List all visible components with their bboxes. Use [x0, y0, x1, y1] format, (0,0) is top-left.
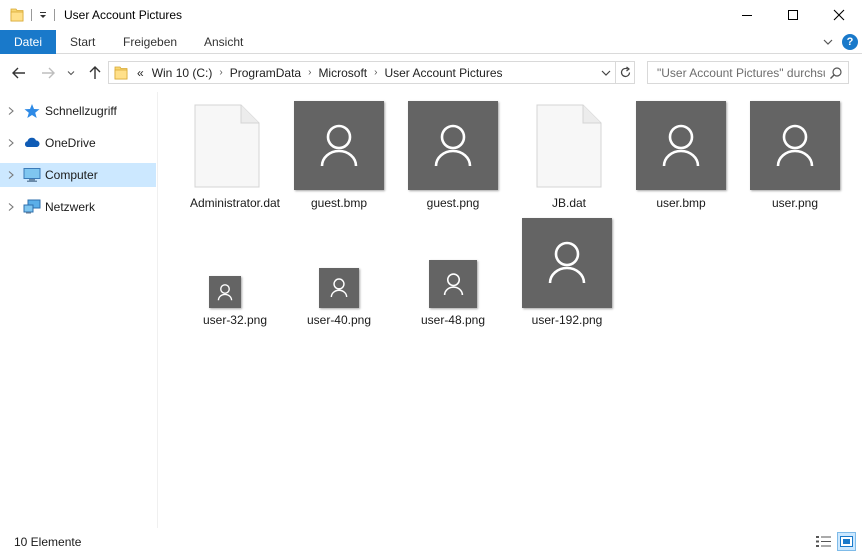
breadcrumb-microsoft[interactable]: Microsoft	[314, 66, 371, 80]
nav-item-network[interactable]: Netzwerk	[0, 195, 156, 219]
tab-file[interactable]: Datei	[0, 30, 56, 54]
close-icon	[833, 9, 845, 21]
back-button[interactable]	[10, 64, 28, 82]
user-thumbnail	[408, 101, 498, 190]
user-thumbnail	[522, 218, 612, 308]
maximize-button[interactable]	[770, 0, 816, 30]
item-count: 10 Elemente	[14, 535, 82, 549]
minimize-icon	[742, 15, 752, 16]
close-button[interactable]	[816, 0, 862, 30]
document-icon	[194, 104, 260, 188]
tab-start[interactable]: Start	[70, 30, 95, 54]
arrow-right-icon	[42, 67, 55, 79]
forward-button[interactable]	[39, 64, 57, 82]
user-icon	[776, 124, 814, 166]
tab-view[interactable]: Ansicht	[204, 30, 243, 54]
minimize-button[interactable]	[724, 0, 770, 30]
file-item[interactable]: user-192.png	[522, 218, 632, 333]
user-thumbnail	[319, 268, 359, 308]
chevron-right-icon[interactable]	[7, 170, 15, 180]
up-button[interactable]	[86, 64, 104, 82]
recent-locations-button[interactable]	[64, 64, 78, 82]
chevron-right-icon[interactable]: ›	[371, 67, 380, 78]
chevron-right-icon[interactable]: ›	[216, 67, 225, 78]
file-list: Administrator.dat guest.bmp guest.png JB…	[159, 92, 862, 528]
nav-item-label: Netzwerk	[45, 200, 96, 214]
search-input[interactable]: "User Account Pictures" durchsuchen	[647, 61, 849, 84]
folder-icon	[114, 66, 128, 80]
navigation-bar: « Win 10 (C:) › ProgramData › Microsoft …	[0, 54, 862, 92]
user-icon	[320, 124, 358, 166]
navigation-pane: Schnellzugriff OneDrive Computer Netzwer…	[0, 92, 158, 528]
breadcrumb-current[interactable]: User Account Pictures	[380, 66, 506, 80]
user-thumbnail	[209, 276, 241, 308]
user-icon	[548, 241, 586, 284]
folder-icon	[10, 8, 24, 22]
computer-icon	[23, 168, 41, 182]
nav-item-onedrive[interactable]: OneDrive	[0, 131, 156, 155]
title-separator	[31, 9, 32, 21]
breadcrumb-drive[interactable]: Win 10 (C:)	[148, 66, 217, 80]
breadcrumb-overflow[interactable]: «	[133, 66, 148, 80]
address-dropdown-icon[interactable]	[600, 67, 612, 79]
arrow-left-icon	[12, 67, 25, 79]
maximize-icon	[788, 10, 798, 20]
file-name: JB.dat	[551, 196, 587, 210]
title-separator-2	[54, 9, 55, 21]
chevron-down-icon	[67, 71, 75, 76]
tab-share[interactable]: Freigeben	[123, 30, 177, 54]
nav-item-label: OneDrive	[45, 136, 96, 150]
nav-item-computer[interactable]: Computer	[0, 163, 156, 187]
user-thumbnail	[636, 101, 726, 190]
chevron-right-icon[interactable]	[7, 138, 15, 148]
ribbon-expand-chevron-icon[interactable]	[822, 36, 834, 48]
file-name: user-48.png	[420, 313, 486, 327]
quick-access-dropdown-icon[interactable]	[38, 10, 48, 20]
chevron-right-icon[interactable]	[7, 106, 15, 116]
help-button[interactable]: ?	[842, 34, 858, 50]
file-name: user.png	[771, 196, 819, 210]
file-name: guest.png	[426, 196, 480, 210]
document-icon	[536, 104, 602, 188]
ribbon-tabs: Datei Start Freigeben Ansicht ?	[0, 30, 862, 54]
file-item[interactable]: guest.png	[408, 100, 518, 215]
chevron-right-icon[interactable]	[7, 202, 15, 212]
chevron-right-icon[interactable]: ›	[305, 67, 314, 78]
address-bar[interactable]: « Win 10 (C:) › ProgramData › Microsoft …	[108, 61, 616, 84]
file-item[interactable]: user.png	[750, 100, 860, 215]
nav-item-label: Schnellzugriff	[45, 104, 117, 118]
user-thumbnail	[294, 101, 384, 190]
cloud-icon	[24, 137, 40, 147]
user-icon	[443, 272, 463, 295]
refresh-button[interactable]	[616, 61, 635, 84]
large-icons-view-icon	[840, 536, 853, 547]
user-icon	[330, 278, 348, 298]
file-name: guest.bmp	[310, 196, 368, 210]
breadcrumb-programdata[interactable]: ProgramData	[226, 66, 305, 80]
user-thumbnail	[750, 101, 840, 190]
arrow-up-icon	[89, 66, 101, 79]
user-icon	[217, 283, 233, 300]
file-name: user-192.png	[531, 313, 603, 327]
breadcrumb: « Win 10 (C:) › ProgramData › Microsoft …	[133, 62, 507, 83]
file-name: user.bmp	[656, 196, 706, 210]
search-icon	[830, 67, 842, 79]
title-bar: User Account Pictures	[0, 0, 862, 30]
file-name: user-40.png	[306, 313, 372, 327]
user-icon	[662, 124, 700, 166]
user-icon	[434, 124, 472, 166]
window-title: User Account Pictures	[64, 8, 183, 22]
search-placeholder: "User Account Pictures" durchsuchen	[657, 66, 825, 80]
refresh-icon	[620, 66, 630, 78]
user-thumbnail	[429, 260, 477, 308]
details-view-icon[interactable]	[815, 534, 832, 549]
star-icon	[24, 104, 40, 118]
nav-item-quick-access[interactable]: Schnellzugriff	[0, 99, 156, 123]
status-bar: 10 Elemente	[0, 528, 862, 554]
large-icons-view-button[interactable]	[837, 532, 856, 551]
nav-item-label: Computer	[45, 168, 98, 182]
network-icon	[23, 199, 41, 214]
